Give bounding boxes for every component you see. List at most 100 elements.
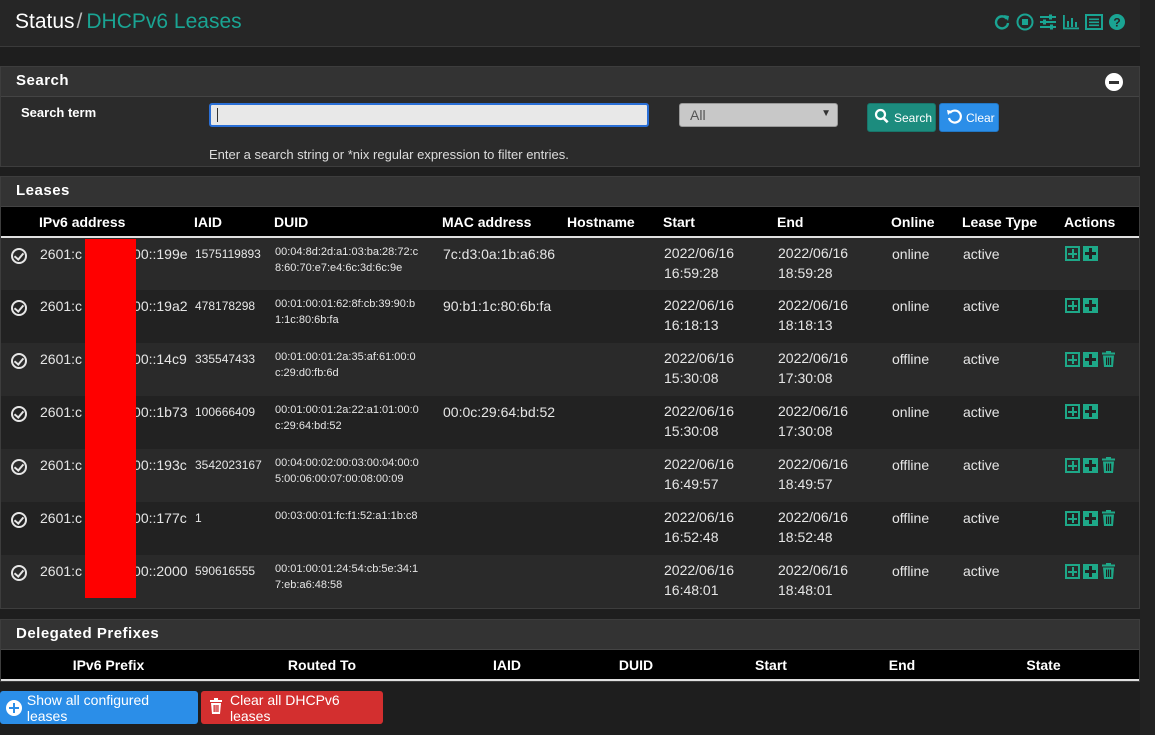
lease-iaid: 335547433 <box>195 352 256 366</box>
add-wol-mapping-icon[interactable] <box>1083 352 1098 367</box>
lease-start-date: 2022/06/16 <box>664 350 735 366</box>
add-static-mapping-icon[interactable] <box>1065 352 1080 367</box>
breadcrumb: Status/DHCPv6 Leases <box>15 10 242 34</box>
delete-lease-icon[interactable] <box>1101 457 1116 473</box>
check-circle-icon <box>11 353 27 369</box>
add-wol-mapping-icon[interactable] <box>1083 511 1098 526</box>
svg-text:?: ? <box>1113 16 1120 30</box>
lease-type: active <box>963 457 1000 473</box>
add-static-mapping-icon[interactable] <box>1065 298 1080 313</box>
page-title[interactable]: DHCPv6 Leases <box>86 10 241 33</box>
lease-end-time: 18:49:57 <box>778 476 833 492</box>
lease-ipv6-address-suffix: 00::19a2 <box>133 298 188 314</box>
column-header[interactable]: IPv6 Prefix <box>1 650 216 680</box>
lease-duid-line1: 00:01:00:01:2a:22:a1:01:00:0 <box>275 404 419 416</box>
column-header[interactable]: IPv6 address <box>39 207 194 237</box>
lease-ipv6-address: 2601:c <box>40 298 83 314</box>
lease-online-status: online <box>892 246 930 262</box>
lease-start-date: 2022/06/16 <box>664 245 735 261</box>
lease-end-date: 2022/06/16 <box>778 245 849 261</box>
delegated-prefixes-panel: Delegated Prefixes IPv6 Prefix Routed To… <box>0 619 1140 682</box>
clear-all-leases-button[interactable]: Clear all DHCPv6 leases <box>201 691 383 724</box>
lease-duid-line1: 00:03:00:01:fc:f1:52:a1:1b:c8 <box>275 510 418 522</box>
column-header[interactable]: Start <box>686 650 856 680</box>
lease-start-date: 2022/06/16 <box>664 297 735 313</box>
stop-icon[interactable] <box>1016 12 1034 32</box>
lease-start-date: 2022/06/16 <box>664 403 735 419</box>
search-panel-heading: Search <box>1 67 1139 97</box>
lease-online-status: online <box>892 298 930 314</box>
lease-start-time: 16:52:48 <box>664 529 719 545</box>
lease-start-date: 2022/06/16 <box>664 456 735 472</box>
search-button-label: Search <box>894 110 933 125</box>
undo-icon <box>946 108 962 127</box>
column-header[interactable]: IAID <box>194 207 274 237</box>
lease-duid-line2: 7:eb:a6:48:58 <box>275 579 343 591</box>
column-header[interactable]: Hostname <box>567 207 663 237</box>
lease-duid-line2: 5:00:06:00:07:00:08:00:09 <box>275 473 404 485</box>
lease-online-status: offline <box>892 351 930 367</box>
column-header[interactable]: IAID <box>428 650 586 680</box>
lease-type: active <box>963 298 1000 314</box>
add-static-mapping-icon[interactable] <box>1065 246 1080 261</box>
add-static-mapping-icon[interactable] <box>1065 458 1080 473</box>
lease-ipv6-address-suffix: 00::199e <box>133 246 188 262</box>
lease-row: 2601:c 00::1b73 100666409 00:01:00:01:2a:22… <box>1 396 1139 449</box>
add-static-mapping-icon[interactable] <box>1065 404 1080 419</box>
lease-end-date: 2022/06/16 <box>778 350 849 366</box>
lease-start-time: 15:30:08 <box>664 370 719 386</box>
lease-duid-line2: 1:1c:80:6b:fa <box>275 314 339 326</box>
delete-lease-icon[interactable] <box>1101 510 1116 526</box>
add-wol-mapping-icon[interactable] <box>1083 246 1098 261</box>
add-static-mapping-icon[interactable] <box>1065 511 1080 526</box>
bar-chart-icon[interactable] <box>1062 12 1080 32</box>
add-wol-mapping-icon[interactable] <box>1083 458 1098 473</box>
column-header[interactable]: DUID <box>274 207 442 237</box>
add-wol-mapping-icon[interactable] <box>1083 564 1098 579</box>
add-wol-mapping-icon[interactable] <box>1083 404 1098 419</box>
lease-duid-line1: 00:01:00:01:24:54:cb:5e:34:1 <box>275 563 419 575</box>
lease-row: 2601:c 00::193c 3542023167 00:04:00:02:00:0… <box>1 449 1139 502</box>
column-header[interactable]: Start <box>663 207 777 237</box>
leases-panel-title: Leases <box>16 182 70 199</box>
column-header[interactable]: Online <box>891 207 962 237</box>
lease-type: active <box>963 246 1000 262</box>
search-input[interactable] <box>209 103 649 127</box>
clear-button[interactable]: Clear <box>939 103 999 132</box>
column-header[interactable]: Lease Type <box>962 207 1064 237</box>
check-circle-icon <box>11 459 27 475</box>
lease-ipv6-address-suffix: 00::2000 <box>133 563 188 579</box>
page-scrollbar[interactable] <box>1140 0 1155 735</box>
lease-ipv6-address-suffix: 00::177c <box>133 510 187 526</box>
breadcrumb-root[interactable]: Status <box>15 10 75 33</box>
search-field-select[interactable]: All ▼ <box>679 103 838 127</box>
delete-lease-icon[interactable] <box>1101 351 1116 367</box>
check-circle-icon <box>11 300 27 316</box>
column-header[interactable]: DUID <box>586 650 686 680</box>
lease-online-status: offline <box>892 510 930 526</box>
column-header[interactable]: MAC address <box>442 207 567 237</box>
add-wol-mapping-icon[interactable] <box>1083 298 1098 313</box>
column-header[interactable]: Routed To <box>216 650 428 680</box>
check-circle-icon <box>11 248 27 264</box>
reload-icon[interactable] <box>993 12 1011 32</box>
add-static-mapping-icon[interactable] <box>1065 564 1080 579</box>
search-button[interactable]: Search <box>867 103 936 132</box>
check-circle-icon <box>11 406 27 422</box>
delete-lease-icon[interactable] <box>1101 563 1116 579</box>
help-icon[interactable]: ? <box>1108 12 1126 32</box>
sliders-icon[interactable] <box>1039 12 1057 32</box>
column-header[interactable]: End <box>777 207 891 237</box>
lease-duid-line2: c:29:64:bd:52 <box>275 420 342 432</box>
search-field-select-value: All <box>690 107 706 123</box>
list-icon[interactable] <box>1085 12 1103 32</box>
lease-end-date: 2022/06/16 <box>778 509 849 525</box>
lease-end-time: 18:52:48 <box>778 529 833 545</box>
lease-start-time: 16:48:01 <box>664 582 719 598</box>
show-all-leases-button[interactable]: Show all configured leases <box>0 691 198 724</box>
column-header[interactable]: State <box>948 650 1139 680</box>
lease-end-date: 2022/06/16 <box>778 562 849 578</box>
column-header[interactable]: End <box>856 650 948 680</box>
collapse-icon[interactable] <box>1105 73 1123 91</box>
bottom-button-bar: Show all configured leases Clear all DHC… <box>0 691 383 724</box>
